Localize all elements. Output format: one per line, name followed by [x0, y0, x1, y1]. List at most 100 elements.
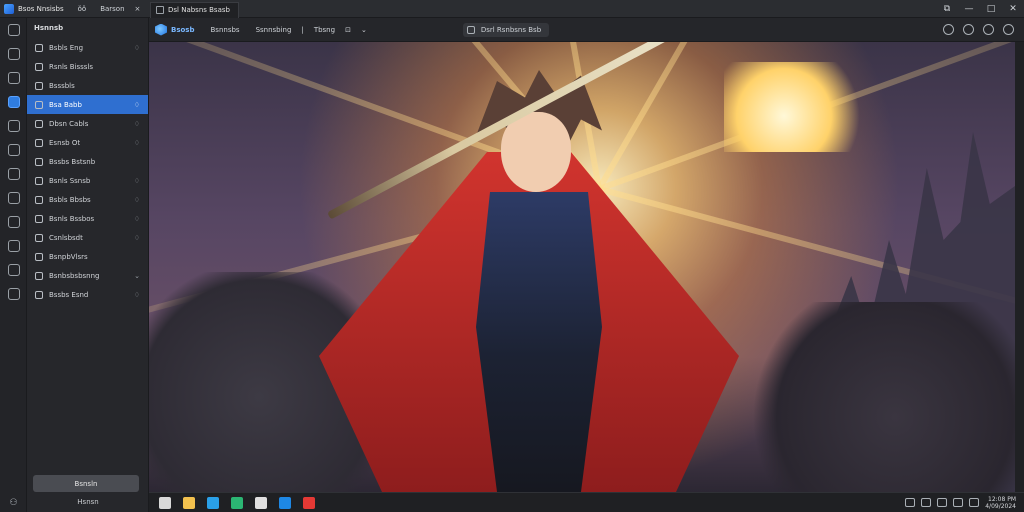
chat-icon [7, 192, 20, 204]
sidebar-item-label: Bsbls Bbsbs [49, 195, 91, 204]
network-icon[interactable] [921, 498, 932, 507]
sidebar-item-0[interactable]: Bsbls Eng ♢ [27, 38, 148, 57]
item-tail-icon: ♢ [133, 214, 140, 223]
folder-icon[interactable] [183, 496, 195, 509]
sidebar-item-9[interactable]: Bsnls Bssbos ♢ [27, 209, 148, 228]
user-circle-icon[interactable] [983, 24, 994, 35]
taskbar-apps [149, 496, 315, 509]
sidebar-item-label: Dbsn Cabls [49, 119, 89, 128]
taskbar: 12:08 PM 4/09/2024 [149, 492, 1024, 512]
restore-window-button[interactable]: ⧉ [936, 0, 958, 18]
search-icon [466, 25, 475, 34]
sidebar-item-label: Rsnls Bisssls [49, 62, 94, 71]
sidebar: Hsnnsb Bsbls Eng ♢ Rsnls Bisssls Bsssbls Bsa… [27, 18, 149, 512]
settings-icon [7, 216, 20, 228]
item-icon [35, 43, 43, 52]
brush-icon [7, 288, 20, 300]
clock-time: 12:08 PM [988, 495, 1016, 503]
rail-item-2[interactable] [0, 66, 27, 90]
screen-icon[interactable]: ⊡ [345, 26, 351, 34]
brand[interactable]: Bsosb [149, 23, 195, 36]
sidebar-item-2[interactable]: Bsssbls [27, 76, 148, 95]
tray-clock[interactable]: 12:08 PM 4/09/2024 [985, 496, 1016, 510]
sidebar-item-7[interactable]: Bsnls Ssnsb ♢ [27, 171, 148, 190]
menu-item-2[interactable]: Barson [100, 5, 124, 13]
mail-icon[interactable] [207, 496, 219, 509]
rail-item-10[interactable] [0, 258, 27, 282]
spear-glow [724, 62, 874, 152]
cloud-right [735, 302, 1015, 492]
toolbar-right-icons [943, 24, 1024, 35]
app-title-area: Bsos Nnsisbs ŏŏ Barson × [0, 3, 150, 14]
item-tail-icon: ♢ [133, 195, 140, 204]
close-menu-icon[interactable]: × [135, 5, 141, 13]
window-controls: ⧉ — □ ✕ [936, 0, 1024, 18]
chevron-down-icon[interactable]: ⌄ [361, 26, 367, 34]
media-icon[interactable] [255, 496, 267, 509]
sidebar-item-4[interactable]: Dbsn Cabls ♢ [27, 114, 148, 133]
sidebar-header: Hsnnsb [34, 24, 64, 32]
sidebar-item-8[interactable]: Bsbls Bbsbs ♢ [27, 190, 148, 209]
info-icon[interactable] [963, 24, 974, 35]
shield-app-icon[interactable] [279, 496, 291, 509]
compass-icon [7, 120, 20, 132]
item-tail-icon: ♢ [133, 100, 140, 109]
sidebar-item-10[interactable]: Csnlsbsdt ♢ [27, 228, 148, 247]
rail-item-6[interactable] [0, 162, 27, 186]
icon-rail: ⚇ [0, 18, 27, 512]
sidebar-item-5[interactable]: Esnsb Ot ♢ [27, 133, 148, 152]
help-icon[interactable] [943, 24, 954, 35]
folder-icon [7, 144, 20, 156]
rail-item-1[interactable] [0, 42, 27, 66]
rail-item-8[interactable] [0, 210, 27, 234]
minimize-button[interactable]: — [958, 0, 980, 18]
shield-icon [7, 96, 20, 108]
clock-icon[interactable] [905, 498, 916, 507]
file-icon[interactable] [159, 496, 171, 509]
rail-item-11[interactable] [0, 282, 27, 306]
volume-icon[interactable] [953, 498, 964, 507]
item-icon [35, 252, 43, 261]
sidebar-item-3[interactable]: Bsa Babb ♢ [27, 95, 148, 114]
document-tab[interactable]: Dsl Nabsns Bsasb [150, 1, 239, 18]
item-tail-icon: ♢ [133, 43, 140, 52]
maximize-button[interactable]: □ [980, 0, 1002, 18]
hero-face [501, 112, 571, 192]
sidebar-item-1[interactable]: Rsnls Bisssls [27, 57, 148, 76]
close-window-button[interactable]: ✕ [1002, 0, 1024, 18]
search-box[interactable]: Dsrl Rsnbsns Bsb [462, 22, 550, 37]
settings-circle-icon[interactable] [1003, 24, 1014, 35]
browser-icon[interactable] [231, 496, 243, 509]
toolbar-item-1[interactable]: Bsnnsbs [211, 26, 240, 34]
item-icon [35, 176, 43, 185]
rail-item-5[interactable] [0, 138, 27, 162]
rail-item-4[interactable] [0, 114, 27, 138]
heart-icon [7, 240, 20, 252]
sidebar-item-11[interactable]: BsnpbVlsrs [27, 247, 148, 266]
keyboard-icon[interactable] [969, 498, 980, 507]
toolbar-item-2[interactable]: Ssnnsbing [256, 26, 292, 34]
rail-item-9[interactable] [0, 234, 27, 258]
sidebar-item-label: Bsnbsbsbsnng [49, 271, 100, 280]
brand-logo-icon [155, 23, 167, 36]
sidebar-item-label: Bsssbls [49, 81, 75, 90]
sidebar-action-button[interactable]: Bsnsln [33, 475, 139, 492]
sidebar-item-label: Bsnls Ssnsb [49, 176, 91, 185]
rail-item-3[interactable] [0, 90, 27, 114]
menu-item-1[interactable]: ŏŏ [78, 5, 87, 13]
game-icon[interactable] [303, 496, 315, 509]
rail-item-0[interactable] [0, 18, 27, 42]
sidebar-item-13[interactable]: Bssbs Esnd ♢ [27, 285, 148, 304]
sidebar-item-12[interactable]: Bsnbsbsbsnng ⌄ [27, 266, 148, 285]
app-title: Bsos Nnsisbs [18, 4, 64, 13]
battery-icon[interactable] [937, 498, 948, 507]
rail-item-7[interactable] [0, 186, 27, 210]
artwork-canvas[interactable] [149, 42, 1015, 492]
sidebar-item-6[interactable]: Bssbs Bstsnb [27, 152, 148, 171]
sidebar-item-label: Esnsb Ot [49, 138, 81, 147]
sidebar-footer-link[interactable]: Hsnsn [27, 498, 149, 506]
toolbar-separator: | [301, 25, 304, 34]
sidebar-item-label: Csnlsbsdt [49, 233, 83, 242]
toolbar-item-3[interactable]: Tbsng [314, 26, 335, 34]
user-icon[interactable]: ⚇ [0, 498, 27, 508]
